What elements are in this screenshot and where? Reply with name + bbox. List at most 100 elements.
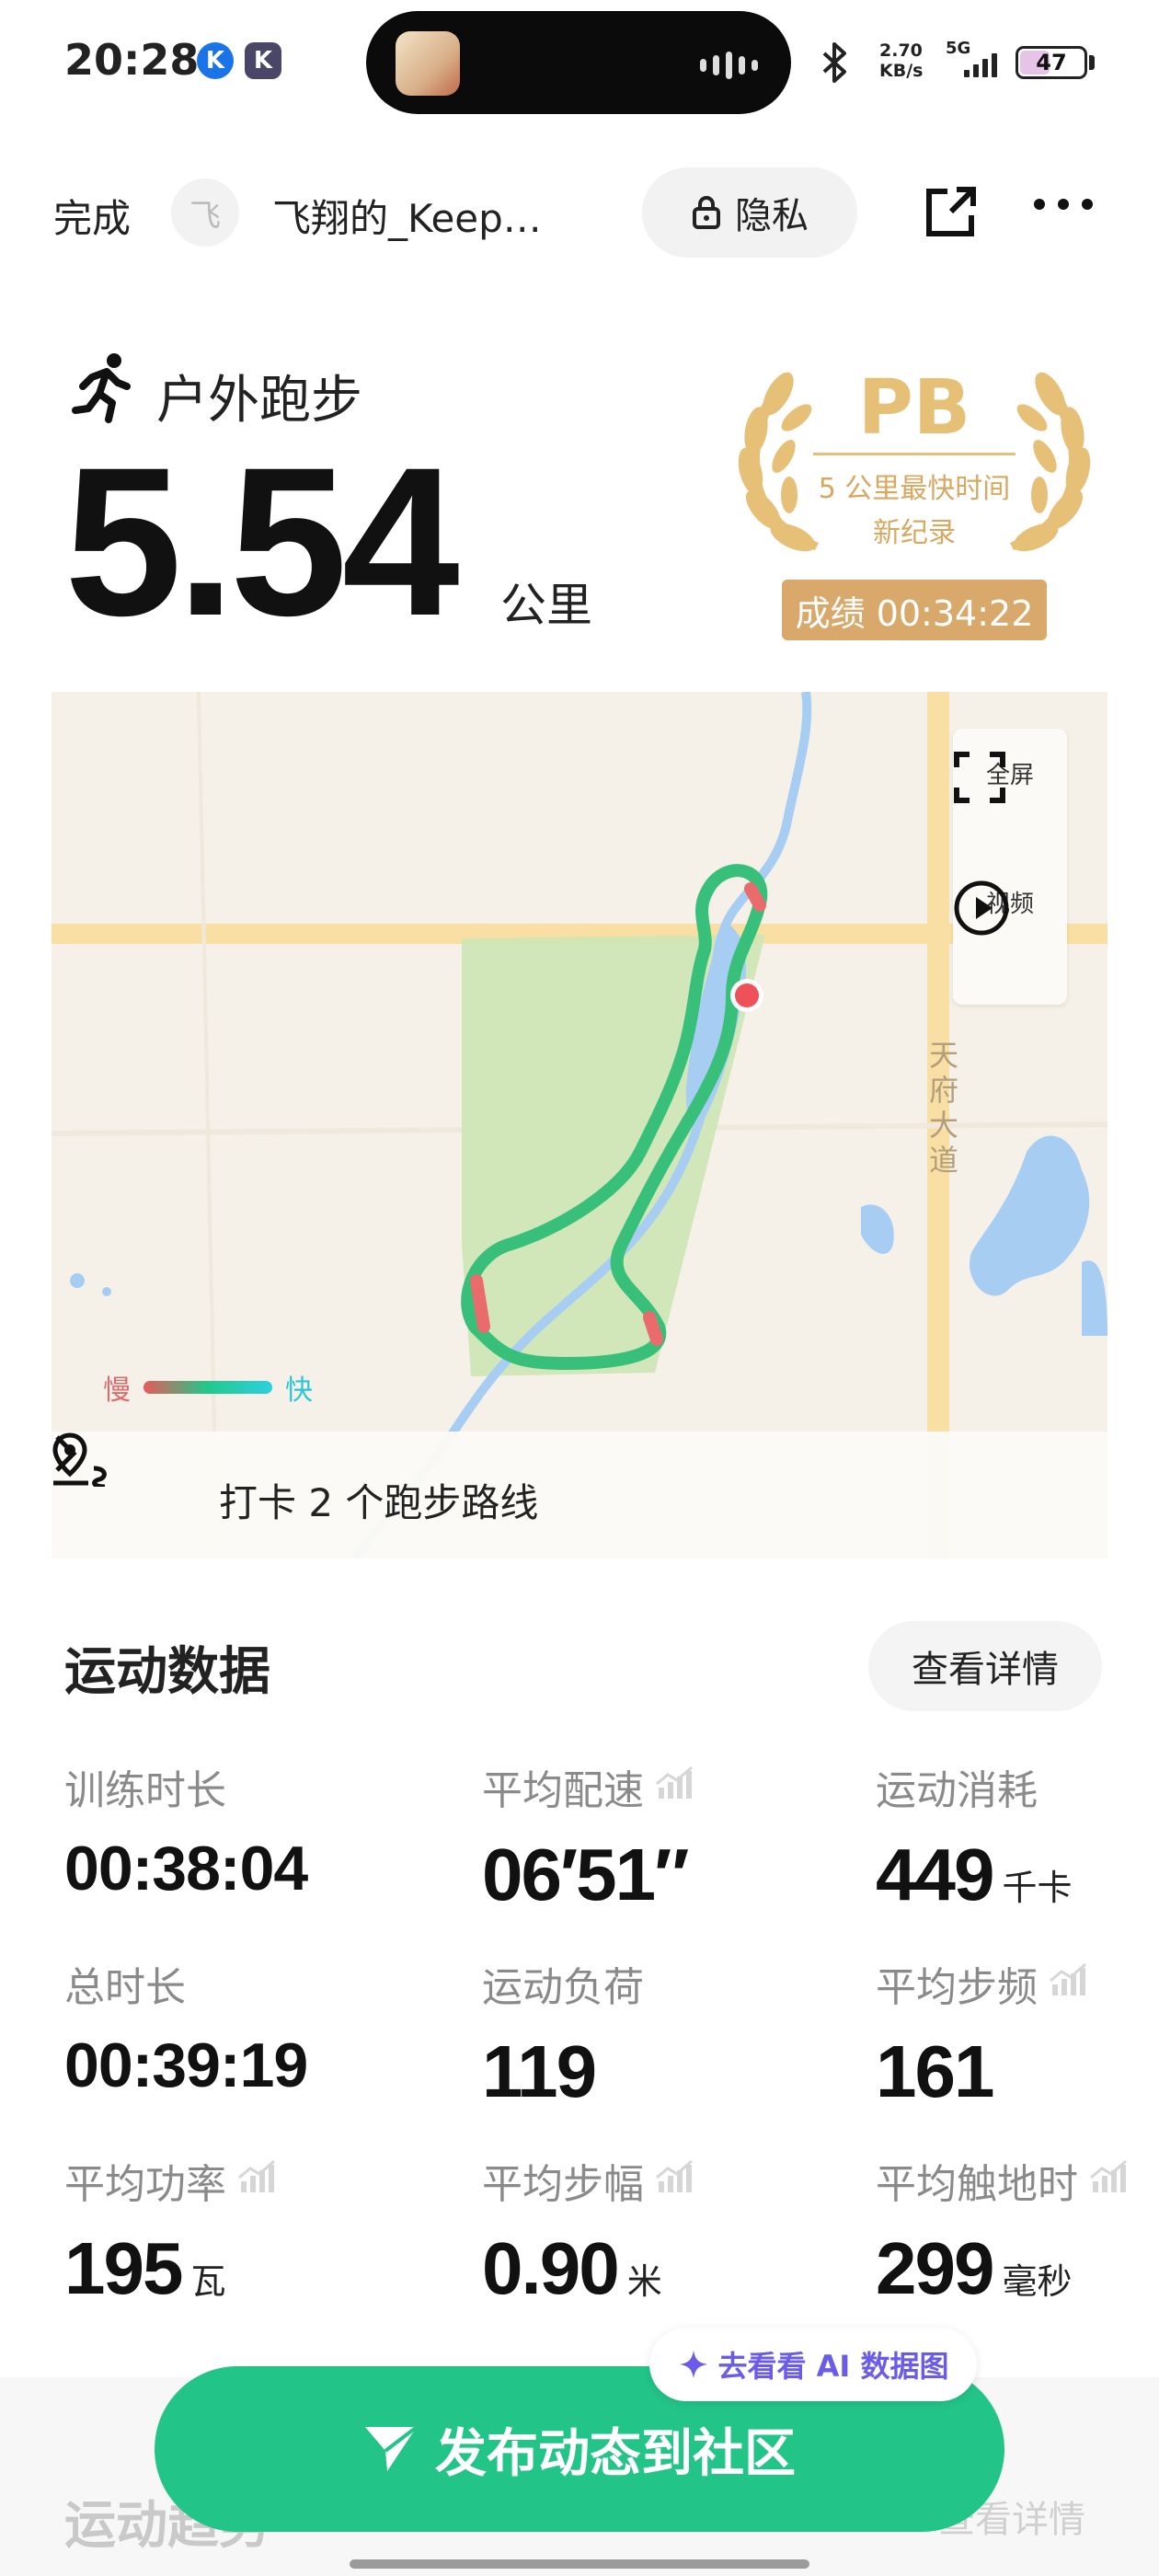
- route-checkin-row[interactable]: 打卡 2 个跑步路线: [52, 1432, 1107, 1558]
- stats-title: 运动数据: [64, 1642, 270, 1702]
- fullscreen-icon: [954, 752, 1005, 803]
- status-time: 20:28: [64, 35, 200, 85]
- stat-value: 06′51″: [482, 1833, 695, 1917]
- stat-value: 161: [876, 2030, 1089, 2114]
- bluetooth-icon: [822, 42, 846, 83]
- send-icon: [365, 2425, 419, 2471]
- video-button[interactable]: 视频: [953, 880, 1067, 936]
- ai-data-chart-button[interactable]: 去看看 AI 数据图: [649, 2328, 977, 2401]
- network-speed: 2.70 KB/s: [879, 40, 923, 81]
- stat-value-number: 06′51″: [482, 1834, 689, 1915]
- stat-label-text: 运动负荷: [482, 1964, 644, 2011]
- pb-title: PB: [857, 364, 971, 452]
- route-map[interactable]: 全屏 视频 天府大道 慢 快 打卡 2 个跑步路线: [52, 692, 1107, 1558]
- k-app-icon: K: [245, 42, 281, 79]
- trend-chart-icon[interactable]: [1089, 2157, 1130, 2204]
- stat-label-text: 训练时长: [64, 1767, 226, 1814]
- legend-fast: 快: [285, 1374, 313, 1407]
- stat-item: 平均步幅 0.90 米: [482, 2151, 695, 2311]
- stat-label: 平均触地时: [876, 2151, 1130, 2210]
- stat-item: 平均配速 06′51″: [482, 1757, 695, 1917]
- legend-slow: 慢: [103, 1374, 131, 1407]
- running-icon: [72, 353, 131, 423]
- publish-label: 发布动态到社区: [435, 2423, 796, 2484]
- trend-chart-icon[interactable]: [1049, 1961, 1089, 2007]
- stat-value-number: 00:39:19: [64, 2030, 308, 2100]
- stat-label: 运动负荷: [482, 1954, 644, 2013]
- checkin-label: 打卡 2 个跑步路线: [219, 1480, 539, 1525]
- share-icon[interactable]: [920, 182, 981, 243]
- stat-label: 运动消耗: [876, 1757, 1073, 1816]
- stat-value-number: 119: [482, 2030, 597, 2112]
- pb-badge[interactable]: PB 5 公里最快时间 新纪录 成绩 00:34:22: [723, 357, 1106, 644]
- stat-unit: 毫秒: [1002, 2261, 1073, 2302]
- map-controls: 全屏 视频: [953, 729, 1067, 1005]
- stat-label: 平均步频: [876, 1954, 1089, 2013]
- stat-value-number: 00:38:04: [64, 1834, 308, 1903]
- stat-value-number: 449: [876, 1834, 994, 1915]
- stat-item: 训练时长 00:38:04: [64, 1757, 308, 1904]
- legend-gradient: [143, 1381, 272, 1394]
- stat-unit: 米: [626, 2261, 662, 2302]
- network-speed-value: 2.70: [879, 40, 923, 61]
- media-thumbnail: [396, 31, 460, 96]
- stat-item: 平均功率 195 瓦: [64, 2151, 278, 2311]
- privacy-button[interactable]: 隐私: [642, 167, 857, 258]
- stat-value: 00:38:04: [64, 1833, 308, 1904]
- distance-value: 5.54: [64, 423, 460, 660]
- stat-value: 299 毫秒: [876, 2226, 1130, 2311]
- done-button[interactable]: 完成: [53, 188, 131, 244]
- stat-label-text: 平均功率: [64, 2161, 226, 2208]
- dynamic-island[interactable]: [366, 11, 791, 114]
- pb-description: 5 公里最快时间: [818, 473, 1011, 505]
- pb-record-label: 新纪录: [873, 517, 956, 549]
- stat-value-number: 195: [64, 2227, 183, 2309]
- lock-icon: [693, 196, 720, 229]
- username[interactable]: 飞翔的_Keep…: [272, 188, 542, 244]
- stat-value: 0.90 米: [482, 2226, 695, 2311]
- sport-type: 户外跑步: [156, 371, 362, 431]
- network-speed-unit: KB/s: [879, 61, 924, 81]
- stat-unit: 千卡: [1002, 1868, 1073, 1908]
- stat-label-text: 平均触地时: [876, 2161, 1078, 2208]
- stat-item: 平均步频 161: [876, 1954, 1089, 2114]
- pb-divider: [813, 453, 1016, 455]
- stat-value: 119: [482, 2030, 644, 2114]
- stat-unit: 瓦: [190, 2261, 226, 2302]
- stat-item: 运动消耗 449 千卡: [876, 1757, 1073, 1917]
- trend-chart-icon[interactable]: [237, 2157, 278, 2204]
- fullscreen-button[interactable]: 全屏: [953, 751, 1067, 803]
- stat-value-number: 299: [876, 2227, 994, 2309]
- pace-legend: 慢 快: [103, 1367, 313, 1408]
- battery-cap: [1089, 55, 1095, 70]
- stat-value-number: 0.90: [482, 2227, 620, 2309]
- stat-label-text: 运动消耗: [876, 1767, 1038, 1814]
- stat-label: 平均配速: [482, 1757, 695, 1816]
- stat-label-text: 平均步频: [876, 1964, 1038, 2011]
- status-bar: 20:28 K K 2.70 KB/s 5G 47: [0, 0, 1159, 129]
- top-bar: 完成 飞 飞翔的_Keep… 隐私: [0, 162, 1159, 263]
- distance-unit: 公里: [500, 579, 592, 632]
- stat-item: 运动负荷 119: [482, 1954, 644, 2114]
- view-details-button[interactable]: 查看详情: [868, 1621, 1102, 1711]
- stat-label-text: 平均配速: [482, 1767, 644, 1814]
- stat-value: 195 瓦: [64, 2226, 278, 2311]
- sparkle-icon: [679, 2351, 707, 2378]
- play-icon: [954, 880, 1009, 936]
- privacy-label: 隐私: [735, 195, 809, 237]
- battery-icon: 47: [1016, 46, 1087, 79]
- more-icon[interactable]: [1034, 199, 1093, 210]
- stat-value-number: 161: [876, 2030, 994, 2112]
- keep-app-icon: K: [197, 42, 234, 79]
- trend-chart-icon[interactable]: [655, 1764, 695, 1811]
- ai-label: 去看看 AI 数据图: [717, 2349, 949, 2384]
- avatar[interactable]: 飞: [171, 178, 239, 247]
- stat-label-text: 总时长: [64, 1964, 186, 2011]
- audio-wave-icon: [700, 52, 758, 79]
- home-indicator[interactable]: [350, 2559, 809, 2569]
- trend-chart-icon[interactable]: [655, 2157, 695, 2204]
- chevron-right-icon: [55, 1435, 77, 1472]
- stat-item: 平均触地时 299 毫秒: [876, 2151, 1130, 2311]
- road-name: 天府大道: [928, 1038, 958, 1178]
- stat-value: 00:39:19: [64, 2030, 308, 2101]
